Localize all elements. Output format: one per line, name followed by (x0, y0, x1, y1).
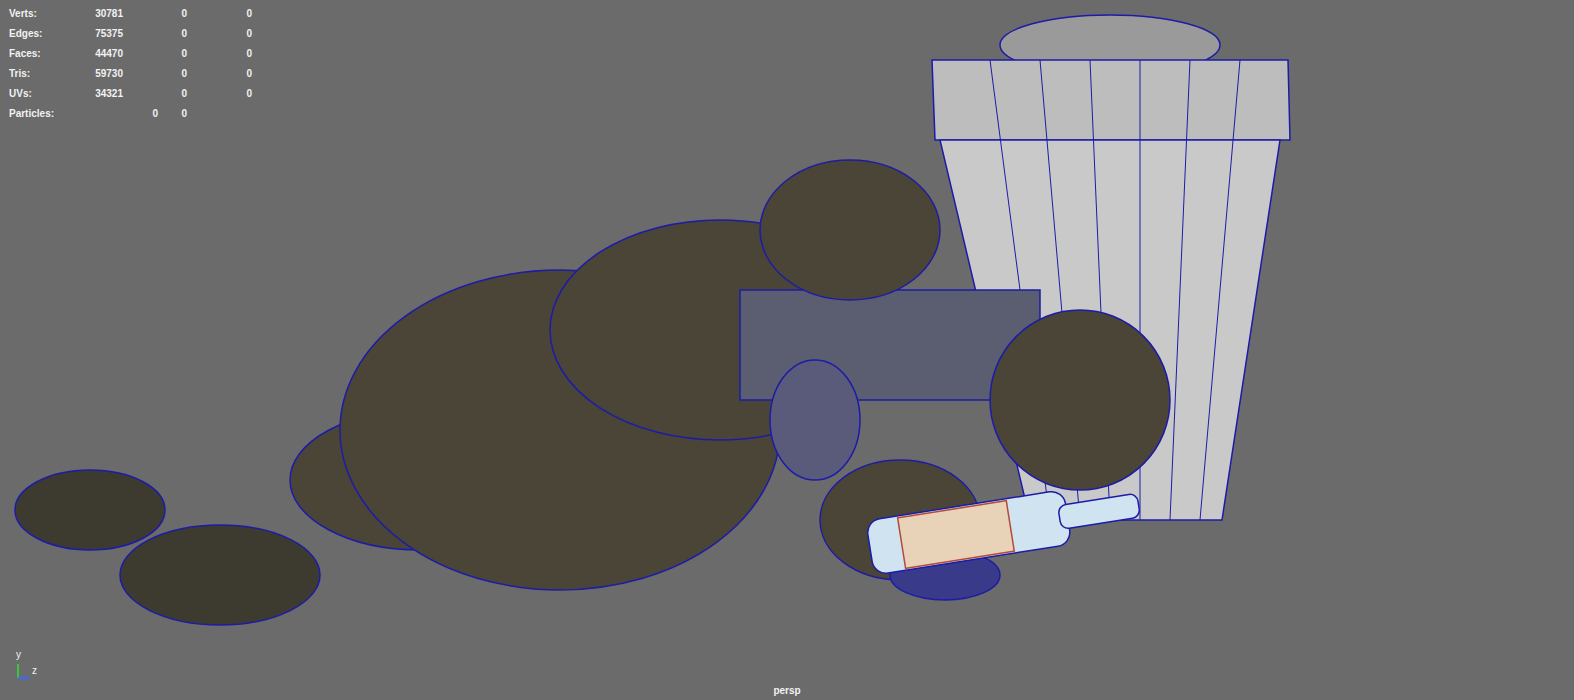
hud-row: Particles:00 (9, 103, 1574, 123)
hud-value: 44470 (61, 46, 123, 61)
hud-value: 59730 (61, 66, 123, 81)
hud-value: 0 (123, 6, 187, 21)
camera-label: persp (0, 683, 1574, 698)
hud-value: 0 (123, 46, 187, 61)
axis-z-label: z (32, 666, 37, 676)
viewport[interactable]: Verts:3078100Edges:7537500Faces:4447000T… (0, 0, 1574, 700)
hud-value: 0 (61, 106, 158, 121)
hud-row: Verts:3078100 (9, 3, 1574, 23)
hud-value: 30781 (61, 6, 123, 21)
hud-label: Faces: (9, 46, 61, 61)
hud-value: 0 (123, 26, 187, 41)
hud-value: 0 (123, 66, 187, 81)
hud-value: 0 (158, 106, 187, 121)
hud-value: 0 (187, 66, 252, 81)
hud-row: Faces:4447000 (9, 43, 1574, 63)
hud-value: 0 (187, 26, 252, 41)
hud-label: Verts: (9, 6, 61, 21)
hud-stats: Verts:3078100Edges:7537500Faces:4447000T… (0, 0, 1574, 123)
hud-row: Tris:5973000 (9, 63, 1574, 83)
axis-indicator-icon: y z (10, 652, 46, 682)
axis-y-label: y (16, 650, 21, 660)
hud-value: 0 (187, 46, 252, 61)
hud-row: Edges:7537500 (9, 23, 1574, 43)
hud-value: 0 (123, 86, 187, 101)
hud-label: Tris: (9, 66, 61, 81)
hud-value: 0 (187, 86, 252, 101)
hud-value: 34321 (61, 86, 123, 101)
hud-value: 0 (187, 6, 252, 21)
scene-render[interactable] (0, 0, 1574, 700)
hud-label: UVs: (9, 86, 61, 101)
hud-value: 75375 (61, 26, 123, 41)
hud-label: Edges: (9, 26, 61, 41)
hud-row: UVs:3432100 (9, 83, 1574, 103)
hud-label: Particles: (9, 106, 61, 121)
